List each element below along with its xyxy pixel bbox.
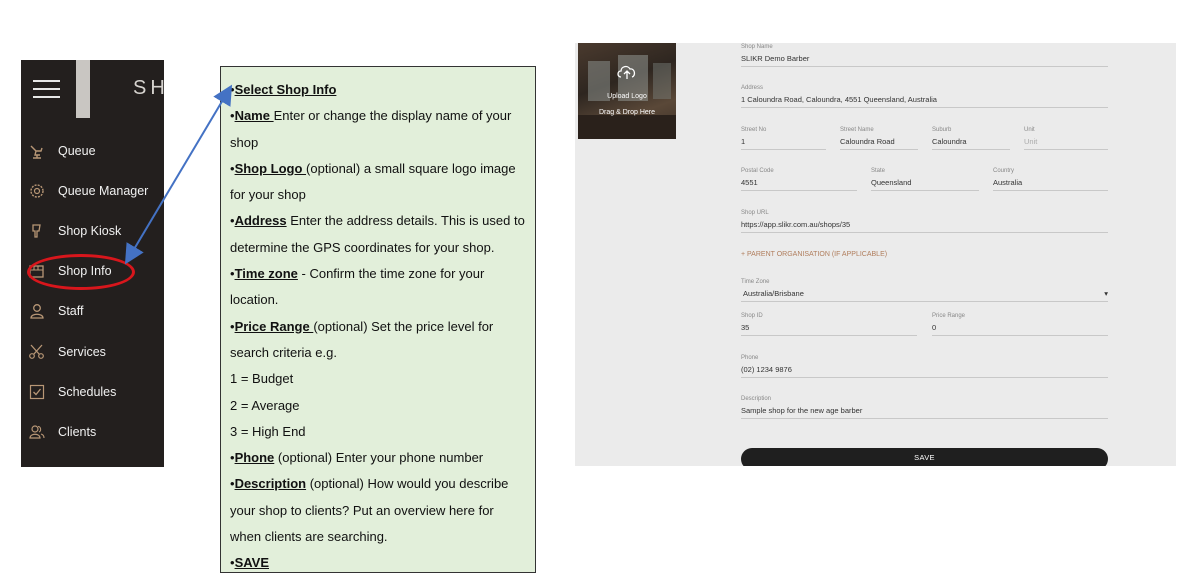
sidebar-item-queue-manager[interactable]: Queue Manager [21,178,164,204]
instruction-price: •Price Range (optional) Set the price le… [230,318,494,360]
clients-icon [28,423,46,441]
shop-id-field: Shop ID 35 [741,312,917,336]
sidebar-item-clients[interactable]: Clients [21,419,164,445]
shop-name-field[interactable]: Shop Name SLIKR Demo Barber [741,43,1108,67]
sidebar-item-shop-kiosk[interactable]: Shop Kiosk [21,218,164,244]
chevron-down-icon: ▾ [1104,289,1108,298]
upload-icon [617,65,636,79]
price-level-2: 2 = Average [230,397,300,413]
instruction-address: •Address Enter the address details. This… [230,213,525,255]
checkbox-icon [28,383,46,401]
description-field[interactable]: Description Sample shop for the new age … [741,395,1108,419]
instruction-phone: •Phone (optional) Enter your phone numbe… [230,450,484,466]
postal-code-field[interactable]: Postal Code 4551 [741,167,857,191]
state-field[interactable]: State Queensland [871,167,979,191]
shop-info-highlight-circle [27,254,135,290]
time-zone-value: Australia/Brisbane [743,289,804,298]
hamburger-menu-icon[interactable] [33,80,60,98]
phone-field[interactable]: Phone (02) 1234 9876 [741,354,1108,378]
scissors-icon [28,343,46,361]
street-name-field[interactable]: Street Name Caloundra Road [840,126,918,150]
unit-field[interactable]: Unit Unit [1024,126,1108,150]
brand-bar [76,60,90,118]
sidebar-item-label: Staff [58,304,84,318]
sidebar-item-label: Services [58,345,106,359]
instructions-panel: •Select Shop Info •Name Enter or change … [220,66,536,573]
instruction-logo: •Shop Logo (optional) a small square log… [230,160,516,203]
gear-icon [28,182,46,200]
person-icon [28,302,46,320]
street-no-field[interactable]: Street No 1 [741,126,826,150]
price-range-field[interactable]: Price Range 0 [932,312,1108,336]
instruction-name: •Name Enter or change the display name o… [230,108,512,150]
country-field[interactable]: Country Australia [993,167,1108,191]
suburb-field[interactable]: Suburb Caloundra [932,126,1010,150]
save-button[interactable]: SAVE [741,448,1108,466]
shop-url-field[interactable]: Shop URL https://app.slikr.com.au/shops/… [741,209,1108,233]
sidebar-item-queue[interactable]: Queue [21,138,164,164]
sidebar-item-label: Queue Manager [58,184,149,198]
sidebar-item-label: Schedules [58,385,117,399]
instruction-description: •Description (optional) How would you de… [230,476,509,545]
price-level-1: 1 = Budget [230,371,294,387]
logo-dropzone[interactable]: Upload Logo Drag & Drop Here [578,43,676,139]
kiosk-icon [28,222,46,240]
address-field[interactable]: Address 1 Caloundra Road, Caloundra, 455… [741,84,1108,108]
sidebar-item-schedules[interactable]: Schedules [21,379,164,405]
instruction-save: •SAVE [230,555,269,571]
instruction-timezone: •Time zone - Confirm the time zone for y… [230,266,485,308]
shop-info-form: Upload Logo Drag & Drop Here Shop Name S… [575,43,1176,466]
brand-logo-text: SH [133,77,164,99]
time-zone-select[interactable]: Time Zone Australia/Brisbane ▾ [741,278,1108,302]
sidebar-item-label: Shop Kiosk [58,224,122,238]
barber-chair-icon [28,142,46,160]
sidebar-item-staff[interactable]: Staff [21,298,164,324]
drag-drop-label: Drag & Drop Here [598,109,656,116]
select-shop-info-title: Select Shop Info [234,82,337,97]
instruction-select: •Select Shop Info [230,82,337,97]
price-level-3: 3 = High End [230,423,306,439]
sidebar-item-services[interactable]: Services [21,339,164,365]
sidebar-item-label: Queue [58,144,96,158]
parent-organisation-link[interactable]: + PARENT ORGANISATION (IF APPLICABLE) [741,251,887,258]
upload-logo-label: Upload Logo [607,93,647,100]
sidebar-item-label: Clients [58,425,97,439]
